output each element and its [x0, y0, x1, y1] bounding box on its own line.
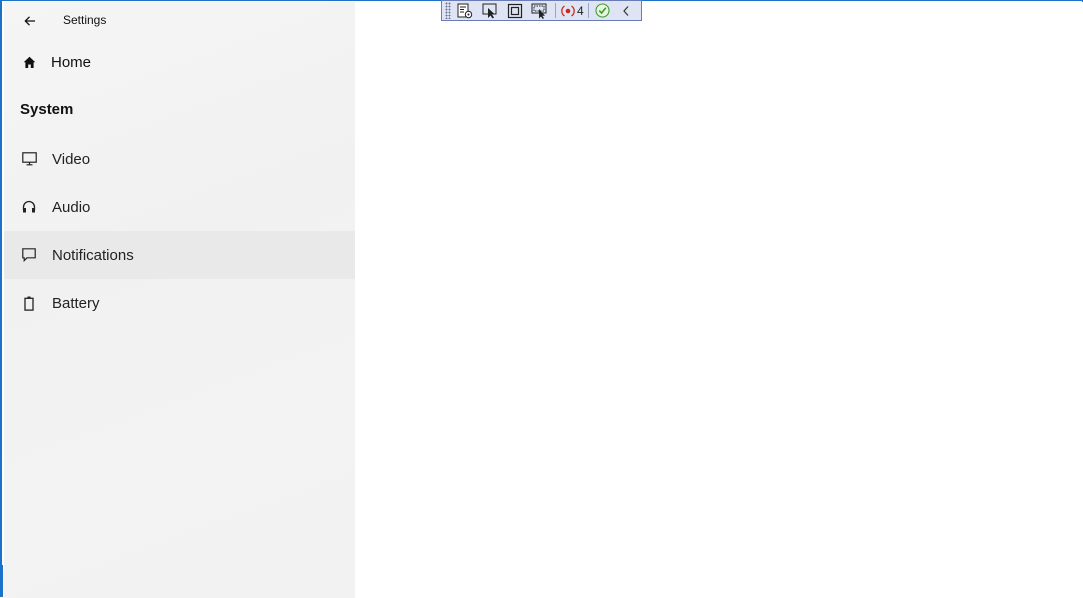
binding-failures-count: 4	[577, 3, 584, 18]
toolbar-grip[interactable]	[445, 2, 451, 19]
nav-item-label: Video	[52, 150, 91, 168]
nav-item-battery[interactable]: Battery	[4, 279, 355, 327]
binding-failures-icon	[561, 4, 575, 17]
battery-icon	[21, 295, 37, 311]
nav-item-notifications[interactable]: Notifications	[4, 231, 355, 279]
select-element-button[interactable]	[479, 1, 501, 20]
message-icon	[21, 247, 37, 263]
live-visual-tree-button[interactable]	[454, 1, 476, 20]
back-arrow-icon	[24, 16, 35, 26]
live-visual-tree-icon	[457, 3, 473, 18]
debug-toolbar: 4	[441, 0, 642, 21]
chevron-left-icon	[622, 5, 629, 16]
title-bar: Settings	[4, 2, 355, 40]
display-layout-adorners-icon	[507, 3, 523, 18]
check-icon	[595, 3, 610, 18]
section-heading: System	[20, 101, 74, 118]
nav-item-home-label: Home	[51, 53, 92, 71]
content-pane	[355, 2, 1083, 598]
nav-item-label: Battery	[52, 294, 100, 312]
toolbar-separator	[587, 3, 589, 18]
layout-adorners-button[interactable]	[504, 1, 526, 20]
track-focus-button[interactable]	[529, 1, 551, 20]
nav-item-home[interactable]: Home	[4, 40, 355, 84]
hot-reload-status-button[interactable]	[592, 1, 614, 20]
home-icon	[21, 54, 37, 70]
monitor-icon	[21, 151, 37, 167]
track-focused-element-icon	[531, 3, 547, 19]
navigation-pane: Settings Home System Video Audio Notific…	[4, 2, 355, 598]
nav-item-audio[interactable]: Audio	[4, 183, 355, 231]
nav-item-video[interactable]: Video	[4, 135, 355, 183]
window-edge-accent	[0, 565, 3, 597]
nav-item-label: Notifications	[52, 246, 134, 264]
collapse-toolbar-button[interactable]	[622, 5, 630, 17]
select-element-icon	[482, 3, 497, 18]
nav-item-label: Audio	[52, 198, 91, 216]
settings-window: Settings Home System Video Audio Notific…	[0, 0, 1083, 598]
back-button[interactable]	[16, 8, 44, 34]
app-title: Settings	[63, 13, 107, 27]
binding-failures-button[interactable]: 4	[561, 4, 584, 18]
toolbar-separator	[555, 3, 556, 18]
headphones-icon	[21, 199, 37, 215]
